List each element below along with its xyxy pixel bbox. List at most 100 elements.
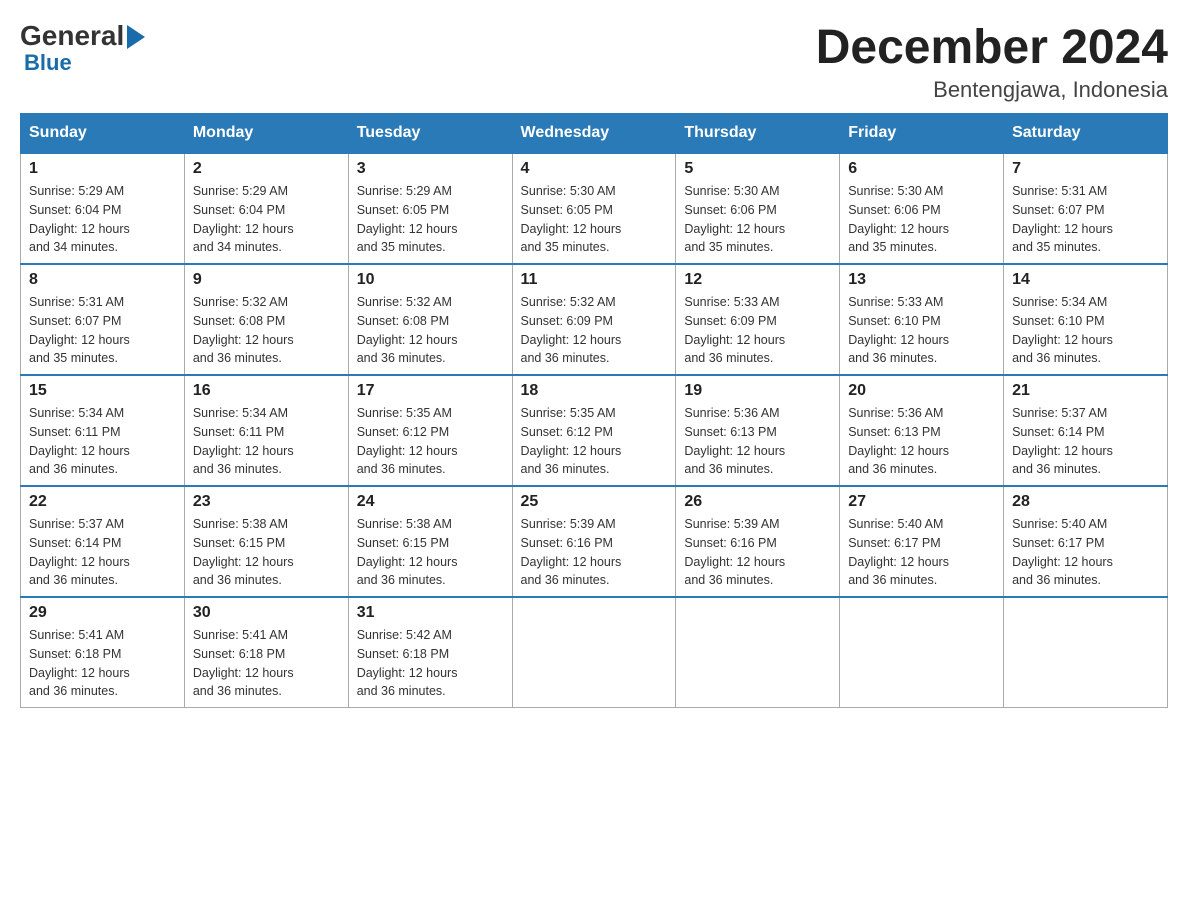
day-number: 22 bbox=[29, 493, 176, 511]
day-number: 7 bbox=[1012, 160, 1159, 178]
calendar-cell: 8 Sunrise: 5:31 AM Sunset: 6:07 PM Dayli… bbox=[21, 264, 185, 375]
day-info: Sunrise: 5:29 AM Sunset: 6:04 PM Dayligh… bbox=[29, 182, 176, 257]
day-number: 14 bbox=[1012, 271, 1159, 289]
day-info: Sunrise: 5:36 AM Sunset: 6:13 PM Dayligh… bbox=[848, 404, 995, 479]
day-number: 2 bbox=[193, 160, 340, 178]
day-info: Sunrise: 5:36 AM Sunset: 6:13 PM Dayligh… bbox=[684, 404, 831, 479]
day-info: Sunrise: 5:33 AM Sunset: 6:09 PM Dayligh… bbox=[684, 293, 831, 368]
day-info: Sunrise: 5:38 AM Sunset: 6:15 PM Dayligh… bbox=[357, 515, 504, 590]
calendar-cell: 27 Sunrise: 5:40 AM Sunset: 6:17 PM Dayl… bbox=[840, 486, 1004, 597]
day-number: 12 bbox=[684, 271, 831, 289]
calendar-cell: 4 Sunrise: 5:30 AM Sunset: 6:05 PM Dayli… bbox=[512, 153, 676, 264]
day-number: 16 bbox=[193, 382, 340, 400]
day-number: 8 bbox=[29, 271, 176, 289]
day-info: Sunrise: 5:30 AM Sunset: 6:05 PM Dayligh… bbox=[521, 182, 668, 257]
logo-arrow-icon bbox=[127, 25, 145, 49]
calendar-cell: 26 Sunrise: 5:39 AM Sunset: 6:16 PM Dayl… bbox=[676, 486, 840, 597]
day-info: Sunrise: 5:40 AM Sunset: 6:17 PM Dayligh… bbox=[848, 515, 995, 590]
logo-blue-text: Blue bbox=[24, 50, 72, 76]
day-number: 4 bbox=[521, 160, 668, 178]
day-number: 30 bbox=[193, 604, 340, 622]
day-number: 17 bbox=[357, 382, 504, 400]
day-number: 29 bbox=[29, 604, 176, 622]
calendar-cell: 6 Sunrise: 5:30 AM Sunset: 6:06 PM Dayli… bbox=[840, 153, 1004, 264]
calendar-cell bbox=[840, 597, 1004, 708]
day-info: Sunrise: 5:41 AM Sunset: 6:18 PM Dayligh… bbox=[193, 626, 340, 701]
day-info: Sunrise: 5:34 AM Sunset: 6:10 PM Dayligh… bbox=[1012, 293, 1159, 368]
calendar-cell: 16 Sunrise: 5:34 AM Sunset: 6:11 PM Dayl… bbox=[184, 375, 348, 486]
day-info: Sunrise: 5:34 AM Sunset: 6:11 PM Dayligh… bbox=[29, 404, 176, 479]
calendar-cell: 21 Sunrise: 5:37 AM Sunset: 6:14 PM Dayl… bbox=[1004, 375, 1168, 486]
day-info: Sunrise: 5:32 AM Sunset: 6:08 PM Dayligh… bbox=[357, 293, 504, 368]
day-info: Sunrise: 5:40 AM Sunset: 6:17 PM Dayligh… bbox=[1012, 515, 1159, 590]
logo: General Blue bbox=[20, 20, 145, 76]
day-info: Sunrise: 5:30 AM Sunset: 6:06 PM Dayligh… bbox=[684, 182, 831, 257]
calendar-week-row: 29 Sunrise: 5:41 AM Sunset: 6:18 PM Dayl… bbox=[21, 597, 1168, 708]
calendar-cell: 9 Sunrise: 5:32 AM Sunset: 6:08 PM Dayli… bbox=[184, 264, 348, 375]
day-info: Sunrise: 5:32 AM Sunset: 6:09 PM Dayligh… bbox=[521, 293, 668, 368]
calendar-header-sunday: Sunday bbox=[21, 114, 185, 154]
calendar-cell: 17 Sunrise: 5:35 AM Sunset: 6:12 PM Dayl… bbox=[348, 375, 512, 486]
calendar-body: 1 Sunrise: 5:29 AM Sunset: 6:04 PM Dayli… bbox=[21, 153, 1168, 708]
calendar-cell: 2 Sunrise: 5:29 AM Sunset: 6:04 PM Dayli… bbox=[184, 153, 348, 264]
calendar-header-saturday: Saturday bbox=[1004, 114, 1168, 154]
calendar-header-monday: Monday bbox=[184, 114, 348, 154]
calendar-cell bbox=[676, 597, 840, 708]
day-info: Sunrise: 5:37 AM Sunset: 6:14 PM Dayligh… bbox=[29, 515, 176, 590]
day-info: Sunrise: 5:41 AM Sunset: 6:18 PM Dayligh… bbox=[29, 626, 176, 701]
day-info: Sunrise: 5:39 AM Sunset: 6:16 PM Dayligh… bbox=[684, 515, 831, 590]
day-number: 11 bbox=[521, 271, 668, 289]
calendar-cell: 20 Sunrise: 5:36 AM Sunset: 6:13 PM Dayl… bbox=[840, 375, 1004, 486]
calendar-cell: 19 Sunrise: 5:36 AM Sunset: 6:13 PM Dayl… bbox=[676, 375, 840, 486]
day-number: 15 bbox=[29, 382, 176, 400]
day-number: 24 bbox=[357, 493, 504, 511]
day-info: Sunrise: 5:35 AM Sunset: 6:12 PM Dayligh… bbox=[357, 404, 504, 479]
calendar-cell: 18 Sunrise: 5:35 AM Sunset: 6:12 PM Dayl… bbox=[512, 375, 676, 486]
day-info: Sunrise: 5:31 AM Sunset: 6:07 PM Dayligh… bbox=[1012, 182, 1159, 257]
calendar-header-row: SundayMondayTuesdayWednesdayThursdayFrid… bbox=[21, 114, 1168, 154]
day-number: 27 bbox=[848, 493, 995, 511]
calendar-cell: 11 Sunrise: 5:32 AM Sunset: 6:09 PM Dayl… bbox=[512, 264, 676, 375]
calendar-week-row: 8 Sunrise: 5:31 AM Sunset: 6:07 PM Dayli… bbox=[21, 264, 1168, 375]
calendar-week-row: 15 Sunrise: 5:34 AM Sunset: 6:11 PM Dayl… bbox=[21, 375, 1168, 486]
calendar-cell: 24 Sunrise: 5:38 AM Sunset: 6:15 PM Dayl… bbox=[348, 486, 512, 597]
day-info: Sunrise: 5:29 AM Sunset: 6:05 PM Dayligh… bbox=[357, 182, 504, 257]
day-info: Sunrise: 5:35 AM Sunset: 6:12 PM Dayligh… bbox=[521, 404, 668, 479]
calendar-cell: 31 Sunrise: 5:42 AM Sunset: 6:18 PM Dayl… bbox=[348, 597, 512, 708]
calendar-cell bbox=[1004, 597, 1168, 708]
day-number: 19 bbox=[684, 382, 831, 400]
day-number: 1 bbox=[29, 160, 176, 178]
month-title: December 2024 bbox=[816, 20, 1168, 75]
day-info: Sunrise: 5:32 AM Sunset: 6:08 PM Dayligh… bbox=[193, 293, 340, 368]
day-number: 3 bbox=[357, 160, 504, 178]
day-number: 28 bbox=[1012, 493, 1159, 511]
day-info: Sunrise: 5:37 AM Sunset: 6:14 PM Dayligh… bbox=[1012, 404, 1159, 479]
calendar-header-wednesday: Wednesday bbox=[512, 114, 676, 154]
calendar-cell: 12 Sunrise: 5:33 AM Sunset: 6:09 PM Dayl… bbox=[676, 264, 840, 375]
day-info: Sunrise: 5:42 AM Sunset: 6:18 PM Dayligh… bbox=[357, 626, 504, 701]
logo-general-text: General bbox=[20, 20, 124, 52]
day-number: 5 bbox=[684, 160, 831, 178]
title-section: December 2024 Bentengjawa, Indonesia bbox=[816, 20, 1168, 103]
day-info: Sunrise: 5:34 AM Sunset: 6:11 PM Dayligh… bbox=[193, 404, 340, 479]
calendar-cell: 7 Sunrise: 5:31 AM Sunset: 6:07 PM Dayli… bbox=[1004, 153, 1168, 264]
calendar-cell: 1 Sunrise: 5:29 AM Sunset: 6:04 PM Dayli… bbox=[21, 153, 185, 264]
calendar-cell: 29 Sunrise: 5:41 AM Sunset: 6:18 PM Dayl… bbox=[21, 597, 185, 708]
day-info: Sunrise: 5:29 AM Sunset: 6:04 PM Dayligh… bbox=[193, 182, 340, 257]
calendar-cell: 30 Sunrise: 5:41 AM Sunset: 6:18 PM Dayl… bbox=[184, 597, 348, 708]
calendar-cell: 22 Sunrise: 5:37 AM Sunset: 6:14 PM Dayl… bbox=[21, 486, 185, 597]
day-number: 9 bbox=[193, 271, 340, 289]
calendar-week-row: 22 Sunrise: 5:37 AM Sunset: 6:14 PM Dayl… bbox=[21, 486, 1168, 597]
calendar-cell: 28 Sunrise: 5:40 AM Sunset: 6:17 PM Dayl… bbox=[1004, 486, 1168, 597]
calendar-cell: 5 Sunrise: 5:30 AM Sunset: 6:06 PM Dayli… bbox=[676, 153, 840, 264]
calendar-cell: 10 Sunrise: 5:32 AM Sunset: 6:08 PM Dayl… bbox=[348, 264, 512, 375]
page-header: General Blue December 2024 Bentengjawa, … bbox=[20, 20, 1168, 103]
calendar-cell bbox=[512, 597, 676, 708]
calendar-week-row: 1 Sunrise: 5:29 AM Sunset: 6:04 PM Dayli… bbox=[21, 153, 1168, 264]
day-info: Sunrise: 5:30 AM Sunset: 6:06 PM Dayligh… bbox=[848, 182, 995, 257]
day-number: 26 bbox=[684, 493, 831, 511]
day-info: Sunrise: 5:38 AM Sunset: 6:15 PM Dayligh… bbox=[193, 515, 340, 590]
calendar-cell: 23 Sunrise: 5:38 AM Sunset: 6:15 PM Dayl… bbox=[184, 486, 348, 597]
day-info: Sunrise: 5:31 AM Sunset: 6:07 PM Dayligh… bbox=[29, 293, 176, 368]
calendar-cell: 25 Sunrise: 5:39 AM Sunset: 6:16 PM Dayl… bbox=[512, 486, 676, 597]
